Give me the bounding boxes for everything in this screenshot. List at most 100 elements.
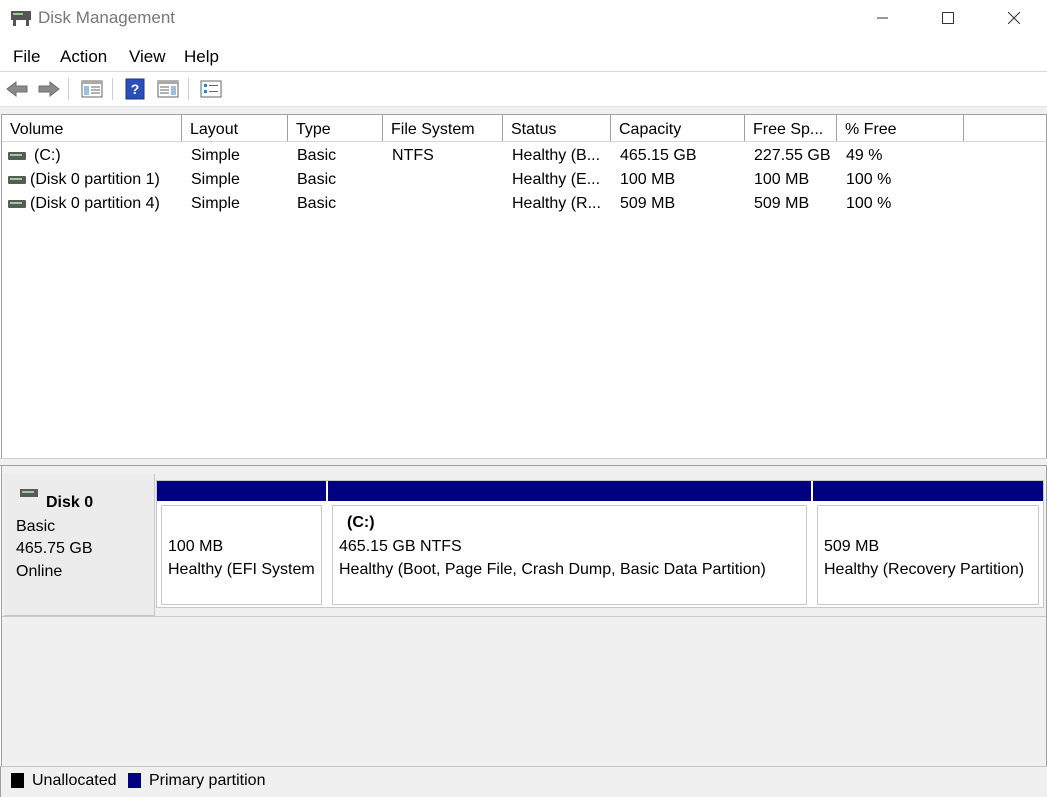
partition-title: (C:) [347,514,375,531]
back-button[interactable] [4,77,30,101]
disk-0-label[interactable]: Disk 0 Basic 465.75 GB Online [4,474,155,616]
cell-type: Basic [297,195,337,212]
partition-size: 509 MB [824,538,880,555]
unallocated-swatch [11,773,24,788]
column-header-status[interactable]: Status [503,115,611,141]
disk-view: Disk 0 Basic 465.75 GB Online 100 MB Hea… [1,466,1047,766]
column-header-capacity[interactable]: Capacity [611,115,745,141]
cell-volume: (Disk 0 partition 4) [30,195,160,212]
volume-list-header: Volume Layout Type File System Status Ca… [2,115,1046,142]
toolbar: ? [0,72,1047,106]
legend-unallocated: Unallocated [32,772,117,789]
cell-status: Healthy (B... [512,147,601,164]
cell-file-system: NTFS [392,147,434,164]
disk-row-divider [2,616,1046,617]
partition-box: 509 MB Healthy (Recovery Partition) [817,505,1039,605]
svg-text:?: ? [131,81,140,97]
toolbar-separator [188,78,189,100]
maximize-icon [942,12,954,24]
cell-volume: (Disk 0 partition 1) [30,171,160,188]
cell-status: Healthy (E... [512,171,601,188]
menu-view[interactable]: View [129,47,166,67]
table-row[interactable]: (Disk 0 partition 1) Simple Basic Health… [2,168,1046,192]
column-header-type[interactable]: Type [288,115,383,141]
forward-button[interactable] [36,77,62,101]
cell-type: Basic [297,171,337,188]
title-bar: Disk Management [0,0,1047,36]
partition-size: 100 MB [168,538,224,555]
volume-list[interactable]: Volume Layout Type File System Status Ca… [1,114,1047,460]
partition-box: (C:) 465.15 GB NTFS Healthy (Boot, Page … [332,505,807,605]
cell-layout: Simple [191,195,240,212]
cell-capacity: 509 MB [620,195,676,212]
menu-help[interactable]: Help [184,47,219,67]
cell-capacity: 465.15 GB [620,147,697,164]
column-header-free-space[interactable]: Free Sp... [745,115,837,141]
cell-percent-free: 49 % [846,147,883,164]
column-header-layout[interactable]: Layout [182,115,288,141]
help-button[interactable]: ? [122,77,148,101]
disk-0-partitions: 100 MB Healthy (EFI System (C:) 465.15 G… [156,480,1044,608]
table-row[interactable]: (C:) Simple Basic NTFS Healthy (B... 465… [2,144,1046,168]
disk-name: Disk 0 [46,494,94,511]
menu-bar: File Action View Help [0,44,1047,70]
pane-splitter[interactable] [0,458,1047,466]
drive-icon [8,176,26,184]
legend-primary-partition: Primary partition [149,772,266,789]
partition-recovery[interactable]: 509 MB Healthy (Recovery Partition) [813,481,1043,607]
disk-state: Online [16,563,63,580]
cell-layout: Simple [191,171,240,188]
partition-status: Healthy (Boot, Page File, Crash Dump, Ba… [339,561,766,578]
primary-partition-bar [157,481,326,501]
partition-efi[interactable]: 100 MB Healthy (EFI System [157,481,326,607]
column-header-volume[interactable]: Volume [2,115,182,141]
partition-size: 465.15 GB NTFS [339,538,462,555]
back-arrow-icon [6,80,28,98]
show-hide-action-pane-button[interactable] [155,77,181,101]
primary-partition-swatch [128,773,141,788]
table-row[interactable]: (Disk 0 partition 4) Simple Basic Health… [2,192,1046,216]
disk-type: Basic [16,518,56,535]
minimize-button[interactable] [850,0,916,36]
disk-icon [20,489,38,497]
window-title: Disk Management [38,8,176,27]
partition-box: 100 MB Healthy (EFI System [161,505,322,605]
toolbar-separator [112,78,113,100]
partition-c[interactable]: (C:) 465.15 GB NTFS Healthy (Boot, Page … [328,481,811,607]
properties-button[interactable] [198,77,224,101]
drive-icon [8,200,26,208]
partition-status: Healthy (EFI System [168,561,315,578]
cell-volume: (C:) [34,147,61,164]
disk-management-icon [11,11,31,26]
primary-partition-bar [328,481,811,501]
close-icon [1008,12,1020,24]
cell-free-space: 509 MB [754,195,810,212]
column-header-file-system[interactable]: File System [383,115,503,141]
primary-partition-bar [813,481,1043,501]
column-header-percent-free[interactable]: % Free [837,115,964,141]
partition-status: Healthy (Recovery Partition) [824,561,1025,578]
cell-type: Basic [297,147,337,164]
cell-percent-free: 100 % [846,171,892,188]
disk-size: 465.75 GB [16,540,93,557]
toolbar-separator [68,78,69,100]
help-icon: ? [125,78,145,100]
cell-free-space: 100 MB [754,171,810,188]
show-hide-action-pane-icon [157,80,179,98]
forward-arrow-icon [38,80,60,98]
cell-status: Healthy (R... [512,195,601,212]
menu-action[interactable]: Action [60,47,107,67]
cell-layout: Simple [191,147,240,164]
legend: Unallocated Primary partition [0,766,1047,797]
cell-percent-free: 100 % [846,195,892,212]
properties-icon [200,80,222,98]
minimize-icon [877,17,888,19]
show-hide-console-tree-icon [81,80,103,98]
cell-free-space: 227.55 GB [754,147,831,164]
menu-file[interactable]: File [13,47,40,67]
cell-capacity: 100 MB [620,171,676,188]
close-button[interactable] [981,0,1047,36]
show-hide-console-tree-button[interactable] [79,77,105,101]
drive-icon [8,152,26,160]
maximize-button[interactable] [915,0,981,36]
